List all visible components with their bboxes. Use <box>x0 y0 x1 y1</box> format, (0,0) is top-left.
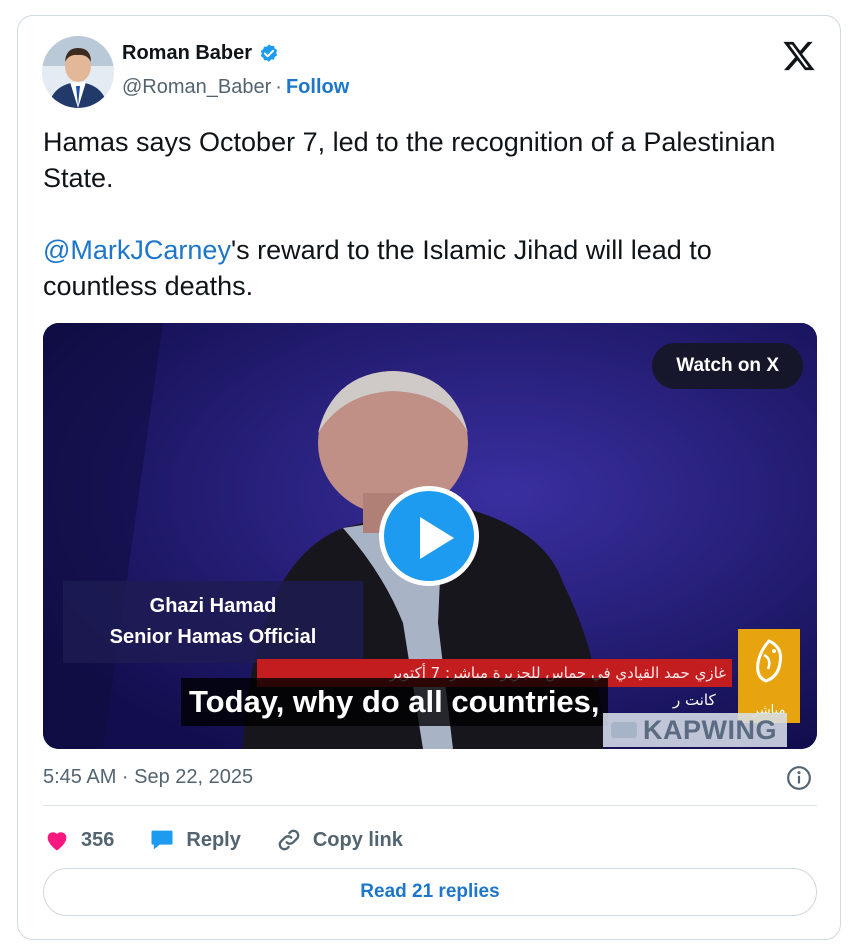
video-player[interactable]: Watch on X Ghazi Hamad Senior Hamas Offi… <box>43 323 817 749</box>
handle-row: @Roman_Baber · Follow <box>122 76 349 99</box>
watermark-text: KAPWING <box>643 715 777 745</box>
verified-badge-icon <box>260 43 278 62</box>
al-jazeera-emblem-icon <box>756 639 782 683</box>
reply-label: Reply <box>186 828 241 851</box>
reply-bubble-icon <box>151 830 173 850</box>
tweet-paragraph-2: @MarkJCarney's reward to the Islamic Jih… <box>43 232 813 304</box>
x-logo-icon[interactable] <box>782 40 816 72</box>
video-caption: Today, why do all countries, <box>181 678 608 726</box>
avatar-image <box>42 36 114 108</box>
reply-button[interactable]: Reply <box>148 826 241 854</box>
news-ticker-text-2: كانت ر <box>673 691 716 709</box>
watch-on-x-button[interactable]: Watch on X <box>652 343 803 389</box>
link-icon <box>278 829 300 851</box>
watermark: KAPWING <box>603 713 787 747</box>
lower-third-title: Senior Hamas Official <box>109 626 317 648</box>
kapwing-logo-icon <box>611 722 637 738</box>
copy-link-label: Copy link <box>312 828 403 851</box>
lower-third-name: Ghazi Hamad <box>149 595 277 617</box>
mention-link[interactable]: @MarkJCarney <box>43 235 231 265</box>
tweet-card: Roman Baber @Roman_Baber · Follow Hamas … <box>17 15 841 940</box>
play-icon[interactable] <box>379 486 479 586</box>
heart-icon <box>47 832 67 851</box>
divider <box>43 805 817 806</box>
tweet-paragraph-1: Hamas says October 7, led to the recogni… <box>43 127 776 193</box>
author-name-row: Roman Baber <box>122 42 280 65</box>
author-name[interactable]: Roman Baber <box>122 42 252 65</box>
read-replies-button[interactable]: Read 21 replies <box>43 868 817 916</box>
author-handle[interactable]: @Roman_Baber <box>122 76 271 99</box>
avatar[interactable] <box>42 36 114 108</box>
like-count: 356 <box>81 828 115 851</box>
lower-third: Ghazi Hamad Senior Hamas Official <box>83 591 343 653</box>
info-icon[interactable] <box>786 765 812 791</box>
action-bar: 356 Reply Copy link <box>43 824 437 856</box>
tweet-timestamp[interactable]: 5:45 AM · Sep 22, 2025 <box>43 766 253 789</box>
copy-link-button[interactable]: Copy link <box>275 826 403 854</box>
follow-button[interactable]: Follow <box>286 76 349 99</box>
tweet-text: Hamas says October 7, led to the recogni… <box>43 124 813 304</box>
handle-separator: · <box>275 76 282 98</box>
like-button[interactable]: 356 <box>43 826 114 854</box>
